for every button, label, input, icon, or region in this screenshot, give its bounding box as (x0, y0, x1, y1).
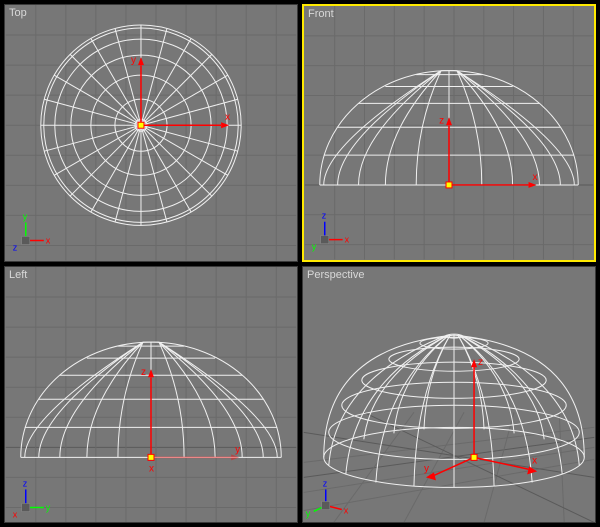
corner-axis-icon: y z x (13, 478, 51, 519)
svg-text:x: x (532, 455, 537, 466)
scene-left[interactable]: y z x y z x (5, 267, 297, 523)
viewport-front[interactable]: Front (302, 4, 596, 262)
viewport-grid: Top (0, 0, 600, 527)
svg-text:z: z (478, 357, 483, 368)
svg-text:y: y (46, 502, 51, 512)
viewport-left[interactable]: Left (4, 266, 298, 524)
viewport-perspective[interactable]: Perspective (302, 266, 596, 524)
corner-axis-icon: x y z (306, 478, 349, 518)
svg-text:x: x (13, 509, 18, 519)
svg-text:x: x (344, 505, 349, 515)
svg-text:z: z (322, 211, 327, 221)
svg-text:z: z (23, 478, 28, 488)
axis-label-y: y (131, 55, 136, 66)
svg-text:y: y (424, 463, 429, 474)
scene-perspective[interactable]: x y z x y z (303, 267, 595, 523)
viewport-label-front[interactable]: Front (308, 8, 334, 20)
viewport-label-perspective[interactable]: Perspective (307, 269, 364, 281)
svg-text:x: x (149, 463, 154, 474)
viewport-label-left[interactable]: Left (9, 269, 27, 281)
svg-text:z: z (13, 242, 18, 252)
axis-label-x: x (225, 112, 230, 123)
svg-text:z: z (141, 367, 146, 378)
viewport-label-top[interactable]: Top (9, 7, 27, 19)
svg-text:z: z (323, 478, 328, 488)
viewport-top[interactable]: Top (4, 4, 298, 262)
mesh-perspective (324, 334, 585, 487)
svg-text:y: y (312, 242, 317, 252)
scene-front[interactable]: x z x z y (304, 6, 594, 260)
svg-text:z: z (439, 115, 444, 126)
svg-text:y: y (235, 444, 240, 455)
svg-text:y: y (23, 211, 28, 221)
corner-axis-icon: x y z (13, 211, 51, 252)
svg-text:x: x (345, 235, 350, 245)
svg-text:x: x (533, 172, 538, 183)
scene-top[interactable]: x y x y z (5, 5, 297, 261)
corner-axis-icon: x z y (312, 211, 350, 252)
svg-text:x: x (46, 235, 51, 245)
svg-text:y: y (306, 508, 311, 518)
